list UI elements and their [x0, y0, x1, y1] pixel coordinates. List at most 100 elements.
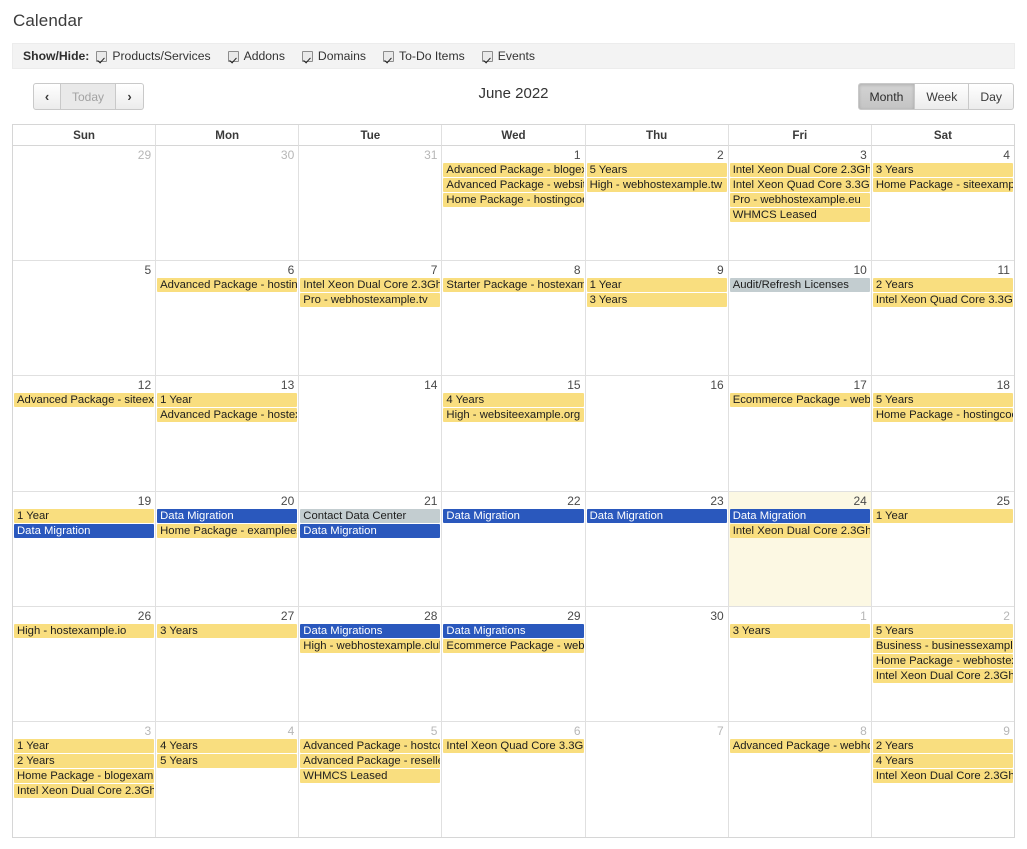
calendar-day-cell[interactable]: 21 Contact Data Center Data Migration	[298, 491, 442, 607]
calendar-event-product[interactable]: Advanced Package - resellerexample.com	[300, 753, 441, 768]
view-button-week[interactable]: Week	[915, 83, 970, 110]
calendar-event-product[interactable]: Advanced Package - websiteexample.com	[443, 178, 584, 192]
calendar-event-event[interactable]: Data Migration	[300, 523, 441, 538]
calendar-event-event[interactable]: Data Migration	[14, 523, 155, 538]
calendar-event-product[interactable]: Advanced Package - hostexample.com	[157, 408, 298, 423]
calendar-event-product[interactable]: High - webhostexample.tw	[586, 178, 727, 192]
calendar-event-product[interactable]: 5 Years	[157, 753, 298, 768]
calendar-event-product[interactable]: Pro - webhostexample.tv	[300, 293, 441, 308]
calendar-day-cell[interactable]: 31	[298, 146, 442, 262]
calendar-day-cell[interactable]: 28 Data Migrations High - webhostexample.c…	[298, 606, 442, 722]
calendar-event-product[interactable]: Intel Xeon Dual Core 2.3Ghz -	[872, 768, 1013, 783]
calendar-day-cell[interactable]: 43 Years Home Package - siteexample.	[870, 146, 1014, 262]
calendar-day-cell[interactable]: 3 Intel Xeon Dual Core 2.3Ghz - Intel Xeo…	[727, 146, 871, 262]
view-button-day[interactable]: Day	[969, 83, 1014, 110]
calendar-event-product[interactable]: 2 Years	[872, 278, 1013, 293]
calendar-event-product[interactable]: Advanced Package - hostcoexample.com	[300, 738, 441, 753]
calendar-event-product[interactable]: 4 Years	[157, 738, 298, 753]
calendar-event-product[interactable]: 1 Year	[14, 508, 155, 523]
calendar-event-product[interactable]: Starter Package - hostexample.com	[443, 278, 584, 293]
calendar-day-cell[interactable]: 30	[584, 606, 728, 722]
show-hide-option[interactable]: Products/Services	[96, 49, 211, 63]
show-hide-option[interactable]: Domains	[301, 49, 366, 63]
calendar-day-cell[interactable]: 20 Data Migration Home Package - exampleex…	[155, 491, 299, 607]
calendar-day-cell[interactable]: 92 Years 4 Years Intel Xeon Dual Core 2.3G…	[870, 721, 1014, 837]
calendar-day-cell[interactable]: 25 YearsBusiness - businessexample.inHom…	[870, 606, 1014, 722]
calendar-event-product[interactable]: Home Package - blogexample.com	[14, 768, 155, 783]
calendar-event-product[interactable]: 1 Year	[872, 508, 1013, 523]
calendar-day-cell[interactable]: 185 YearsHome Package - hostingcoexample…	[870, 376, 1014, 492]
calendar-event-todo[interactable]: Contact Data Center	[300, 508, 441, 523]
calendar-event-todo[interactable]: Audit/Refresh Licenses	[729, 278, 870, 293]
calendar-day-cell[interactable]: 22 Data Migration	[441, 491, 585, 607]
calendar-event-product[interactable]: 5 Years	[872, 623, 1013, 638]
calendar-day-cell[interactable]: 91 Year 3 Years	[584, 261, 728, 377]
calendar-event-product[interactable]: 2 Years	[14, 753, 155, 768]
calendar-day-cell[interactable]: 25 1 Year	[870, 491, 1014, 607]
calendar-day-cell[interactable]: 31 Year2 YearsHome Package - blogexample…	[13, 721, 156, 837]
checkbox-checked-icon[interactable]	[227, 50, 239, 62]
show-hide-option[interactable]: Addons	[227, 49, 285, 63]
calendar-event-product[interactable]: Ecommerce Package - website	[443, 638, 584, 653]
calendar-day-cell[interactable]: 26 High - hostexample.io	[13, 606, 156, 722]
calendar-event-product[interactable]: Home Package - hostingcoexample.com	[872, 408, 1013, 423]
calendar-event-product[interactable]: 5 Years	[586, 163, 727, 177]
calendar-day-cell[interactable]: 10 Audit/Refresh Licenses	[727, 261, 871, 377]
calendar-event-event[interactable]: Data Migration	[729, 508, 870, 523]
calendar-event-event[interactable]: Data Migration	[157, 508, 298, 523]
calendar-event-product[interactable]: WHMCS Leased	[300, 768, 441, 783]
calendar-event-product[interactable]: Intel Xeon Dual Core 2.3Ghz -	[872, 668, 1013, 683]
calendar-day-cell[interactable]: 29	[13, 146, 156, 262]
calendar-event-product[interactable]: 4 Years	[443, 393, 584, 408]
calendar-event-product[interactable]: Intel Xeon Dual Core 2.3Ghz -	[729, 163, 870, 177]
calendar-day-cell[interactable]: 8Starter Package - hostexample.com	[441, 261, 585, 377]
calendar-event-product[interactable]: Pro - webhostexample.eu	[729, 193, 870, 207]
calendar-day-cell[interactable]: 16	[584, 376, 728, 492]
calendar-event-event[interactable]: Data Migration	[443, 508, 584, 523]
calendar-day-cell[interactable]: 13 Years	[727, 606, 871, 722]
calendar-event-product[interactable]: Intel Xeon Quad Core 3.3Ghz	[872, 293, 1013, 308]
calendar-event-product[interactable]: 2 Years	[872, 738, 1013, 753]
calendar-event-product[interactable]: Advanced Package - hostingexample.com	[157, 278, 298, 293]
calendar-event-product[interactable]: Advanced Package - blogexample.com	[443, 163, 584, 177]
show-hide-option[interactable]: To-Do Items	[383, 49, 465, 63]
calendar-event-product[interactable]: Intel Xeon Dual Core 2.3Ghz -	[729, 523, 870, 538]
calendar-event-product[interactable]: Home Package - webhostexample.com	[872, 653, 1013, 668]
calendar-event-product[interactable]: 3 Years	[729, 623, 870, 638]
checkbox-checked-icon[interactable]	[481, 50, 493, 62]
calendar-event-product[interactable]: Intel Xeon Quad Core 3.3Ghz	[443, 738, 584, 753]
calendar-event-product[interactable]: Ecommerce Package - webhostexample.com	[729, 393, 870, 408]
calendar-day-cell[interactable]: 6 Intel Xeon Quad Core 3.3Ghz	[441, 721, 585, 837]
calendar-event-product[interactable]: High - websiteexample.org	[443, 408, 584, 423]
checkbox-checked-icon[interactable]	[383, 50, 395, 62]
calendar-event-event[interactable]: Data Migration	[586, 508, 727, 523]
calendar-day-cell[interactable]: 5Advanced Package - hostcoexample.comAdv…	[298, 721, 442, 837]
calendar-event-product[interactable]: High - webhostexample.club	[300, 638, 441, 653]
calendar-event-product[interactable]: 1 Year	[586, 278, 727, 293]
calendar-day-cell[interactable]: 23 Data Migration	[584, 491, 728, 607]
calendar-day-cell[interactable]: 12Advanced Package - siteexample.com	[13, 376, 156, 492]
calendar-event-product[interactable]: WHMCS Leased	[729, 208, 870, 222]
calendar-event-product[interactable]: 1 Year	[157, 393, 298, 408]
calendar-event-product[interactable]: 3 Years	[157, 623, 298, 638]
calendar-event-product[interactable]: Intel Xeon Quad Core 3.3Ghz	[729, 178, 870, 192]
checkbox-checked-icon[interactable]	[96, 50, 108, 62]
calendar-day-cell[interactable]: 30	[155, 146, 299, 262]
calendar-event-product[interactable]: Home Package - exampleexample.com	[157, 523, 298, 538]
calendar-event-product[interactable]: Home Package - hostingcoexample.com	[443, 193, 584, 207]
calendar-event-event[interactable]: Data Migrations	[443, 623, 584, 638]
calendar-event-product[interactable]: 4 Years	[872, 753, 1013, 768]
calendar-event-product[interactable]: Home Package - siteexample.	[872, 178, 1013, 192]
calendar-day-cell[interactable]: 1Advanced Package - blogexample.comAdvan…	[441, 146, 585, 262]
calendar-event-event[interactable]: Data Migrations	[300, 623, 441, 638]
calendar-event-product[interactable]: 5 Years	[872, 393, 1013, 408]
calendar-day-cell[interactable]: 7 Intel Xeon Dual Core 2.3Ghz - Pro - web…	[298, 261, 442, 377]
calendar-event-product[interactable]: Intel Xeon Dual Core 2.3Ghz -	[300, 278, 441, 293]
calendar-day-cell[interactable]: 7	[584, 721, 728, 837]
calendar-event-product[interactable]: High - hostexample.io	[14, 623, 155, 638]
calendar-day-cell[interactable]: 14	[298, 376, 442, 492]
calendar-day-cell[interactable]: 25 Years High - webhostexample.tw	[584, 146, 728, 262]
calendar-day-cell[interactable]: 131 YearAdvanced Package - hostexample.c…	[155, 376, 299, 492]
view-button-month[interactable]: Month	[857, 83, 916, 110]
calendar-event-product[interactable]: 3 Years	[586, 293, 727, 308]
